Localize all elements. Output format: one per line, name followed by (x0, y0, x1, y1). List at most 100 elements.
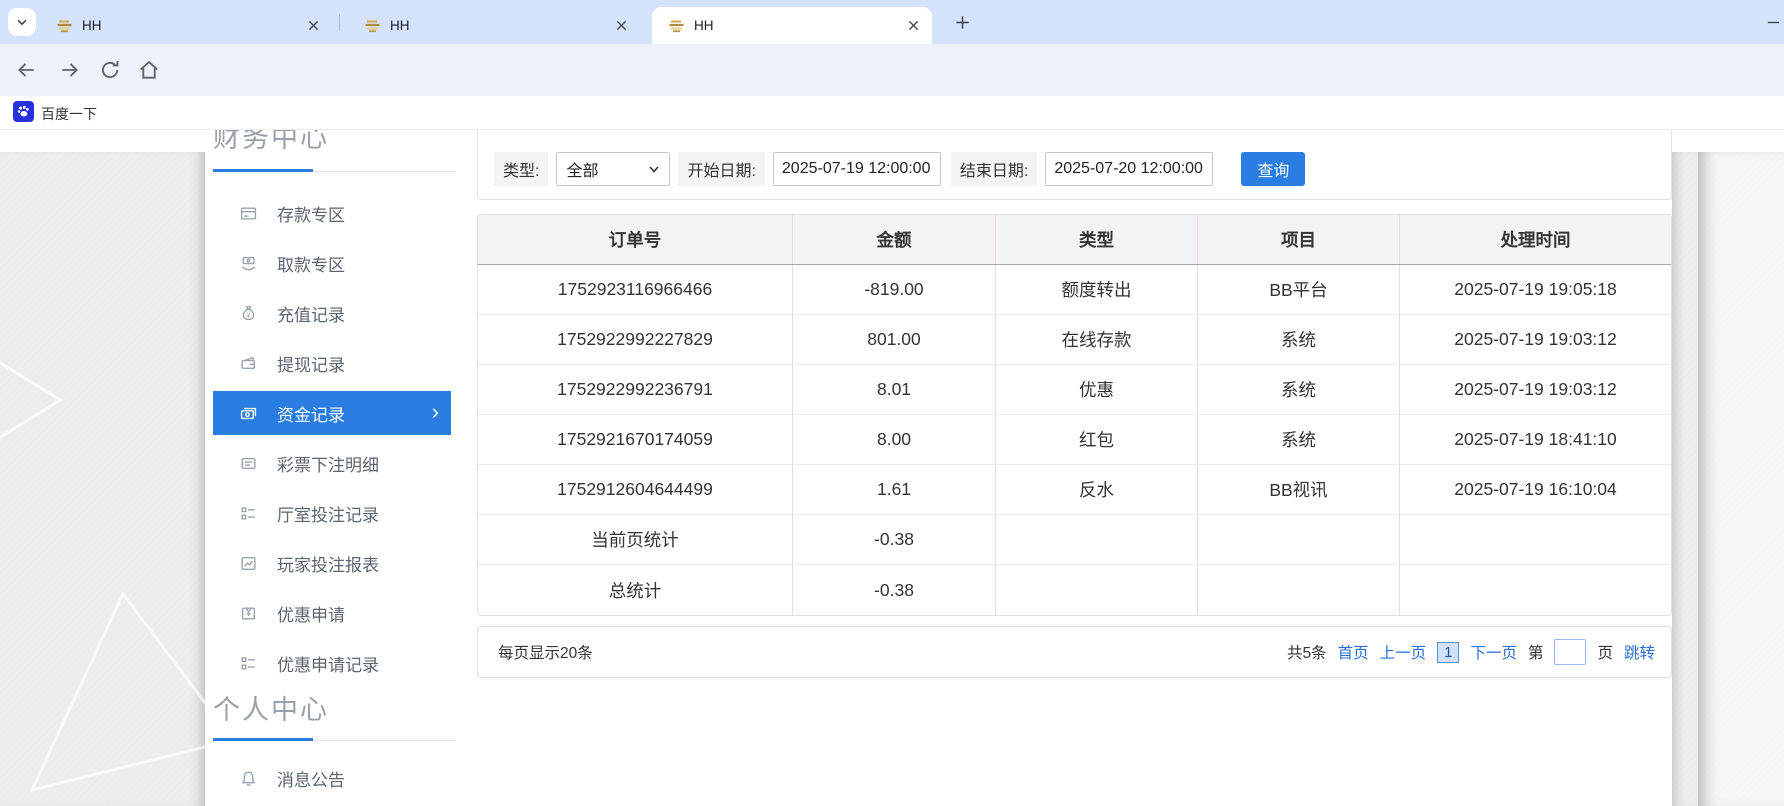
pager-controls: 共5条 首页 上一页 1 下一页 第 页 跳转 (1287, 639, 1655, 665)
sidebar-item-取款专区[interactable]: 取款专区 (213, 241, 451, 285)
tab-close-button[interactable] (304, 17, 322, 35)
bookmark-baidu[interactable]: 百度一下 (41, 104, 97, 124)
cell-project: 系统 (1198, 365, 1400, 414)
back-button[interactable] (15, 59, 37, 81)
table-row: 17529126046444991.61反水BB视讯2025-07-19 16:… (478, 465, 1671, 515)
sidebar-item-充值记录[interactable]: ¥ 充值记录 (213, 291, 451, 335)
records-table: 订单号金额类型项目处理时间 1752923116966466-819.00额度转… (477, 214, 1672, 616)
svg-text:¥: ¥ (247, 312, 251, 319)
list-squares-icon (240, 655, 257, 672)
tab-close-button[interactable] (612, 17, 630, 35)
column-header-process-time: 处理时间 (1400, 215, 1671, 264)
type-filter-label: 类型: (494, 152, 548, 186)
home-button[interactable] (138, 59, 160, 81)
start-date-label: 开始日期: (678, 152, 764, 186)
forward-button[interactable] (59, 59, 81, 81)
tab-3-active[interactable]: HH (652, 7, 932, 44)
cell-type: 在线存款 (996, 315, 1198, 364)
paw-icon (16, 104, 31, 119)
chart-box-icon (240, 555, 257, 572)
sidebar-item-玩家投注报表[interactable]: 玩家投注报表 (213, 541, 451, 585)
table-header-row: 订单号金额类型项目处理时间 (478, 215, 1671, 265)
sidebar-item-label: 提现记录 (277, 351, 345, 376)
search-button[interactable]: 查询 (1241, 152, 1305, 186)
cell-process-time: 2025-07-19 16:10:04 (1400, 465, 1671, 514)
close-icon (616, 20, 627, 31)
table-row: 1752922992227829801.00在线存款系统2025-07-19 1… (478, 315, 1671, 365)
cell-type: 额度转出 (996, 265, 1198, 314)
page-right-decor (1672, 152, 1698, 806)
column-header-type: 类型 (996, 215, 1198, 264)
sidebar-item-label: 优惠申请记录 (277, 651, 379, 676)
right-background-band (1698, 152, 1784, 806)
tab-search-button[interactable] (8, 8, 36, 36)
refresh-icon (99, 59, 121, 81)
tab-close-button[interactable] (904, 17, 922, 35)
column-header-amount: 金额 (793, 215, 996, 264)
withdraw-hand-icon (240, 255, 257, 272)
sidebar-item-彩票下注明细[interactable]: 彩票下注明细 (213, 441, 451, 485)
ticket-list-icon (240, 455, 257, 472)
start-date-input[interactable] (773, 152, 941, 186)
cell-amount: 8.01 (793, 365, 996, 414)
new-tab-button[interactable] (950, 10, 974, 34)
sidebar-item-label: 充值记录 (277, 301, 345, 326)
sidebar-item-资金记录[interactable]: 资金记录› (213, 391, 451, 435)
tab-title: HH (694, 18, 904, 33)
coupon-icon (240, 605, 257, 622)
window-minimize-button[interactable] (1762, 10, 1784, 34)
cell-process-time: 2025-07-19 18:41:10 (1400, 415, 1671, 464)
sidebar-section-title-personal: 个人中心 (213, 688, 329, 727)
next-page-link[interactable]: 下一页 (1470, 641, 1517, 663)
sidebar-item-优惠申请[interactable]: 优惠申请 (213, 591, 451, 635)
cell-process-time: 2025-07-19 19:05:18 (1400, 265, 1671, 314)
summary-row: 当前页统计-0.38 (478, 515, 1671, 565)
tab-2[interactable]: HH (348, 7, 640, 44)
type-select[interactable]: 全部 (556, 152, 670, 186)
deposit-card-icon (240, 205, 257, 222)
back-arrow-icon (15, 59, 37, 81)
jump-page-input[interactable] (1554, 639, 1586, 665)
bell-icon (240, 770, 257, 787)
sidebar-item-label: 消息公告 (277, 766, 345, 791)
sidebar-item-存款专区[interactable]: 存款专区 (213, 191, 451, 235)
tab-title: HH (82, 18, 304, 33)
cell-process-time: 2025-07-19 19:03:12 (1400, 315, 1671, 364)
sidebar-item-消息公告[interactable]: 消息公告 (213, 756, 451, 800)
end-date-input[interactable] (1045, 152, 1213, 186)
sidebar-item-提现记录[interactable]: 提现记录 (213, 341, 451, 385)
site-favicon (364, 19, 381, 33)
cell-process-time (1400, 565, 1671, 615)
first-page-link[interactable]: 首页 (1338, 641, 1369, 663)
cell-project (1198, 565, 1400, 615)
tab-title: HH (390, 18, 612, 33)
sidebar-item-优惠申请记录[interactable]: 优惠申请记录 (213, 641, 451, 685)
sidebar-item-label: 存款专区 (277, 201, 345, 226)
cell-order-no: 1752912604644499 (478, 465, 793, 514)
cell-order-no: 1752922992236791 (478, 365, 793, 414)
sidebar-item-厅室投注记录[interactable]: 厅室投注记录 (213, 491, 451, 535)
current-page-indicator: 1 (1437, 642, 1459, 663)
jump-button[interactable]: 跳转 (1624, 641, 1655, 663)
cell-order-no: 总统计 (478, 565, 793, 615)
type-select-value: 全部 (566, 157, 598, 181)
list-squares-icon (240, 505, 257, 522)
cell-order-no: 当前页统计 (478, 515, 793, 564)
cell-project: 系统 (1198, 315, 1400, 364)
table-row: 1752923116966466-819.00额度转出BB平台2025-07-1… (478, 265, 1671, 315)
refresh-button[interactable] (99, 59, 121, 81)
prev-page-link[interactable]: 上一页 (1380, 641, 1427, 663)
cell-project: BB视讯 (1198, 465, 1400, 514)
tab-1[interactable]: HH (40, 7, 332, 44)
site-favicon (56, 19, 73, 33)
triangle-watermark (0, 310, 80, 490)
close-icon (908, 20, 919, 31)
page-size-text: 每页显示20条 (498, 641, 593, 663)
sidebar-item-label: 玩家投注报表 (277, 551, 379, 576)
sidebar-item-label: 厅室投注记录 (277, 501, 379, 526)
sidebar-item-label: 彩票下注明细 (277, 451, 379, 476)
sidebar-menu-finance: 存款专区取款专区 ¥ 充值记录提现记录资金记录› 彩票下注明细厅室投注记录玩家投注报表… (213, 191, 451, 691)
sidebar-item-label: 资金记录 (277, 401, 345, 426)
cell-type: 红包 (996, 415, 1198, 464)
chevron-down-icon (15, 15, 29, 29)
